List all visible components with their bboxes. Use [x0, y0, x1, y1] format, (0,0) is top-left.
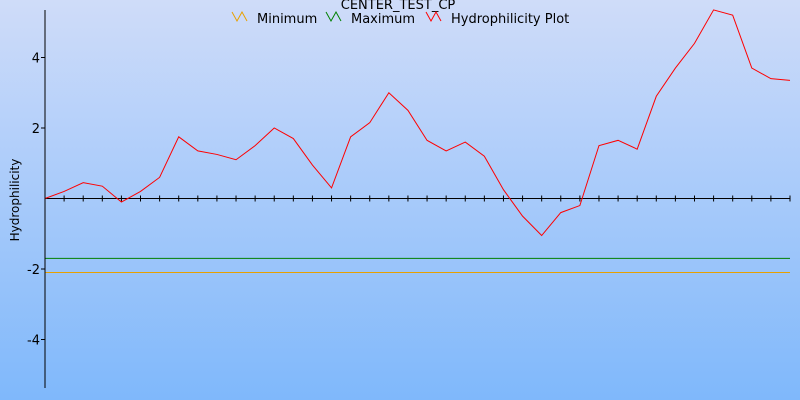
- y-tick-label-0: 4: [32, 52, 40, 67]
- legend-label-2: Hydrophilicity Plot: [451, 12, 569, 27]
- y-tick-label-1: 2: [32, 122, 40, 137]
- legend-label-1: Maximum: [351, 12, 415, 27]
- legend-label-0: Minimum: [257, 12, 317, 27]
- chart-container: CENTER_TEST_CP Minimum Maximum Hydrophilic…: [0, 0, 800, 400]
- y-axis-label: Hydrophilicity: [8, 159, 22, 242]
- legend: Minimum Maximum Hydrophilicity Plot: [231, 10, 569, 27]
- hydrophilicity-chart: CENTER_TEST_CP Minimum Maximum Hydrophilic…: [0, 0, 800, 400]
- y-tick-label-3: -4: [27, 334, 40, 349]
- y-tick-label-2: -2: [27, 263, 40, 278]
- chart-background: [0, 0, 800, 400]
